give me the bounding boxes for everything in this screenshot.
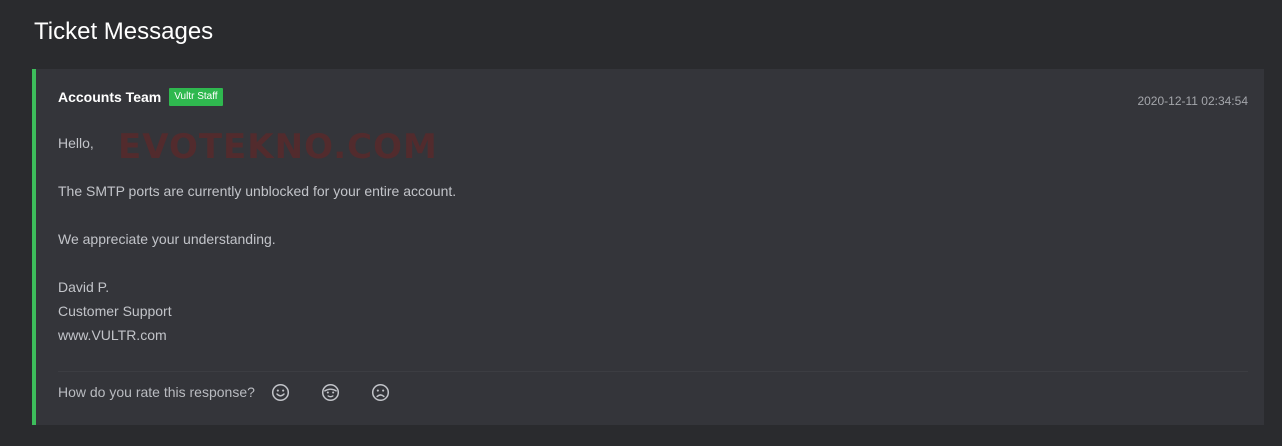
sad-face-icon xyxy=(372,383,390,401)
ticket-messages-page: Ticket Messages Accounts Team Vultr Staf… xyxy=(0,0,1282,446)
rate-good-button[interactable] xyxy=(270,381,292,403)
message-line: We appreciate your understanding. xyxy=(58,231,276,247)
section-title: Ticket Messages xyxy=(34,18,214,45)
rate-neutral-button[interactable] xyxy=(320,381,342,403)
staff-badge: Vultr Staff xyxy=(169,88,223,106)
signature-title: Customer Support xyxy=(58,303,172,319)
divider xyxy=(58,371,1248,372)
ticket-message: Accounts Team Vultr Staff 2020-12-11 02:… xyxy=(32,69,1264,425)
neutral-face-icon xyxy=(322,383,340,401)
message-timestamp: 2020-12-11 02:34:54 xyxy=(1137,94,1248,108)
rating-question: How do you rate this response? xyxy=(58,384,255,400)
rating-row: How do you rate this response? xyxy=(58,379,392,405)
signature-name: David P. xyxy=(58,279,110,295)
author-name: Accounts Team xyxy=(58,89,162,105)
signature-website: www.VULTR.com xyxy=(58,327,167,343)
message-body: Hello, The SMTP ports are currently unbl… xyxy=(58,131,1208,347)
message-line: The SMTP ports are currently unblocked f… xyxy=(58,183,457,199)
rate-bad-button[interactable] xyxy=(370,381,392,403)
greeting-text: Hello, xyxy=(58,135,94,151)
smile-face-icon xyxy=(272,383,290,401)
message-header: Accounts Team Vultr Staff xyxy=(58,88,223,106)
signature: David P. Customer Support www.VULTR.com xyxy=(58,275,1208,347)
